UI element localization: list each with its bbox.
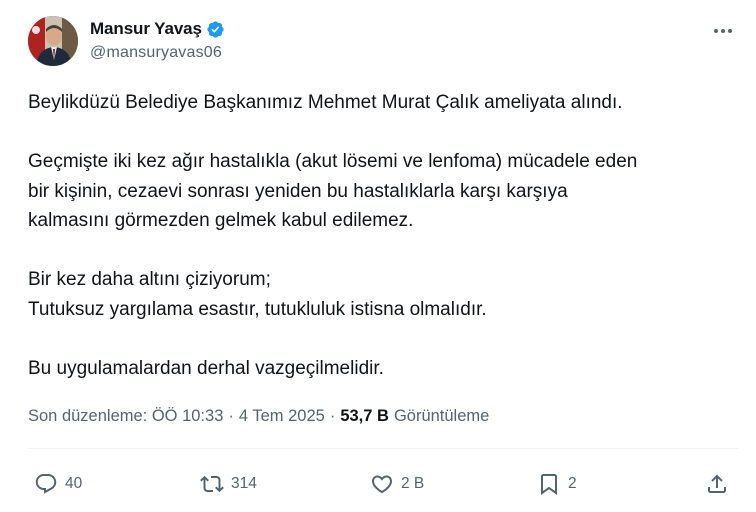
text-line: Bu uygulamalardan derhal vazgeçilmelidir… [28, 357, 384, 379]
bookmark-button[interactable]: 2 [537, 466, 577, 502]
action-bar: 40 314 2 B 2 [0, 466, 756, 502]
like-button[interactable]: 2 B [370, 466, 424, 502]
bookmark-icon [541, 474, 557, 495]
display-name[interactable]: Mansur Yavaş [90, 19, 202, 39]
reply-count: 40 [65, 475, 83, 492]
tweet-header: Mansur Yavaş @mansuryavas06 [28, 16, 738, 68]
reply-icon [35, 474, 57, 494]
share-icon [708, 474, 726, 493]
edited-timestamp[interactable]: Son düzenleme: ÖÖ 10:33 [28, 407, 223, 426]
like-icon [371, 475, 393, 494]
more-icon[interactable] [712, 22, 734, 40]
tweet: Mansur Yavaş @mansuryavas06 Beylikdüzü B… [0, 0, 756, 512]
like-count: 2 B [401, 475, 425, 492]
text-line: kalmasını görmezden gelmek kabul edileme… [28, 210, 414, 231]
meta-separator: · [329, 407, 336, 425]
author-block: Mansur Yavaş @mansuryavas06 [90, 18, 225, 62]
divider [28, 448, 738, 449]
text-line: Tutuksuz yargılama esastır, tutukluluk i… [28, 298, 487, 320]
verified-badge-icon[interactable] [206, 20, 225, 39]
text-line: Beylikdüzü Belediye Başkanımız Mehmet Mu… [28, 92, 623, 113]
repost-icon [200, 475, 224, 493]
text-line: Geçmişte iki kez ağır hastalıkla (akut l… [28, 151, 638, 172]
author-handle[interactable]: @mansuryavas06 [90, 44, 225, 62]
share-button[interactable] [705, 466, 729, 502]
views-count: 53,7 B [340, 407, 389, 425]
avatar[interactable] [28, 16, 78, 66]
views-label: Görüntüleme [393, 407, 490, 425]
reply-button[interactable]: 40 [34, 466, 82, 502]
tweet-date[interactable]: 4 Tem 2025 [239, 407, 325, 426]
tweet-text: Beylikdüzü Belediye Başkanımız Mehmet Mu… [28, 88, 738, 383]
bookmark-count: 2 [568, 475, 577, 492]
text-line: Bir kez daha altını çiziyorum; [28, 269, 271, 290]
repost-count: 314 [231, 475, 257, 492]
text-line: bir kişinin, cezaevi sonrası yeniden bu … [28, 180, 568, 202]
meta-separator: · [228, 407, 234, 425]
repost-button[interactable]: 314 [200, 466, 257, 502]
tweet-meta: Son düzenleme: ÖÖ 10:33 · 4 Tem 2025 · 5… [28, 407, 489, 426]
name-row: Mansur Yavaş [90, 18, 225, 40]
